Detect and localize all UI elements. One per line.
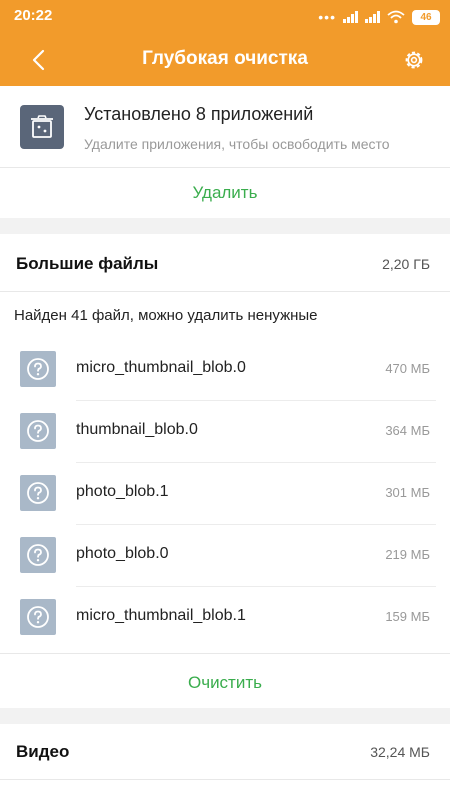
video-card[interactable]: Видео 32,24 МБ: [0, 724, 450, 800]
large-files-card: Большие файлы 2,20 ГБ Найден 41 файл, мо…: [0, 234, 450, 708]
large-files-title: Большие файлы: [16, 254, 159, 273]
installed-apps-card: Установлено 8 приложений Удалите приложе…: [0, 86, 450, 218]
unknown-file-icon: [20, 475, 56, 511]
file-row[interactable]: photo_blob.0 219 МБ: [0, 525, 450, 587]
file-size: 364 МБ: [385, 423, 430, 438]
apps-count-title: Установлено 8 приложений: [84, 104, 314, 124]
trash-bin-icon: [31, 115, 53, 138]
divider: [0, 779, 450, 780]
question-icon: [27, 606, 49, 628]
large-files-size: 2,20 ГБ: [382, 256, 430, 272]
divider: [0, 167, 450, 168]
divider: [0, 291, 450, 292]
wifi-icon: [387, 10, 405, 24]
unknown-file-icon: [20, 413, 56, 449]
apps-icon: [20, 105, 64, 149]
file-row[interactable]: photo_blob.1 301 МБ: [0, 463, 450, 525]
app-bar: Глубокая очистка: [0, 34, 450, 86]
unknown-file-icon: [20, 537, 56, 573]
file-size: 301 МБ: [385, 485, 430, 500]
question-icon: [27, 482, 49, 504]
page-title: Глубокая очистка: [142, 48, 308, 69]
file-size: 219 МБ: [385, 547, 430, 562]
gear-icon: [405, 51, 423, 69]
apps-subtitle: Удалите приложения, чтобы освободить мес…: [84, 136, 390, 152]
file-name: photo_blob.0: [76, 545, 169, 562]
file-name: micro_thumbnail_blob.0: [76, 359, 246, 376]
question-icon: [27, 420, 49, 442]
status-bar: 20:22 ••• 46: [0, 0, 450, 34]
clean-files-button[interactable]: Очистить: [0, 673, 450, 693]
divider: [0, 653, 450, 654]
file-name: photo_blob.1: [76, 483, 169, 500]
file-name: thumbnail_blob.0: [76, 421, 198, 438]
question-icon: [27, 358, 49, 380]
notification-dots-icon: •••: [318, 9, 336, 25]
file-size: 470 МБ: [385, 361, 430, 376]
status-icons: ••• 46: [318, 8, 440, 26]
delete-apps-button[interactable]: Удалить: [0, 183, 450, 203]
file-row[interactable]: micro_thumbnail_blob.1 159 МБ: [0, 587, 450, 649]
question-icon: [27, 544, 49, 566]
status-time: 20:22: [14, 7, 53, 24]
file-size: 159 МБ: [385, 609, 430, 624]
battery-icon: 46: [412, 9, 440, 25]
found-files-text: Найден 41 файл, можно удалить ненужные: [14, 307, 318, 324]
video-size: 32,24 МБ: [370, 744, 430, 760]
file-row[interactable]: thumbnail_blob.0 364 МБ: [0, 401, 450, 463]
signal-icon-2: [365, 11, 380, 23]
settings-button[interactable]: [398, 44, 430, 76]
unknown-file-icon: [20, 351, 56, 387]
signal-icon: [343, 11, 358, 23]
video-title: Видео: [16, 742, 70, 761]
file-name: micro_thumbnail_blob.1: [76, 607, 246, 624]
unknown-file-icon: [20, 599, 56, 635]
file-row[interactable]: micro_thumbnail_blob.0 470 МБ: [0, 339, 450, 401]
